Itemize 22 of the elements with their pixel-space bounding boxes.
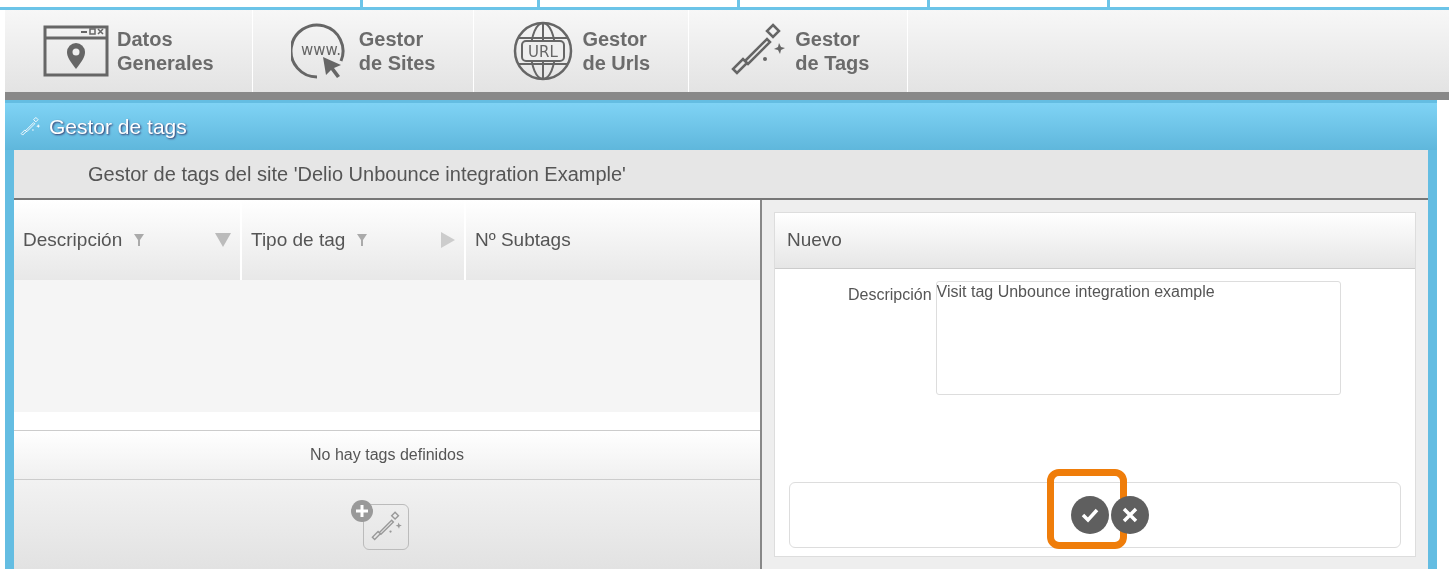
confirm-button[interactable] (1071, 496, 1109, 534)
column-label: Nº Subtags (475, 227, 571, 252)
description-field[interactable]: Visit tag Unbounce integration example (935, 281, 1341, 395)
empty-message: No hay tags definidos (310, 445, 464, 465)
browser-pin-icon (43, 25, 109, 77)
sort-right-icon[interactable] (441, 232, 455, 248)
plus-icon (351, 499, 373, 522)
form-title: Nuevo (787, 228, 842, 253)
cancel-button[interactable] (1111, 496, 1149, 534)
sort-down-icon[interactable] (215, 233, 231, 247)
add-tag-button[interactable] (351, 499, 409, 550)
column-label: Tipo de tag (251, 227, 346, 252)
filter-icon[interactable] (357, 233, 368, 247)
field-label: Descripción (848, 285, 932, 305)
filter-icon[interactable] (134, 233, 145, 247)
globe-url-icon: URL (512, 20, 575, 82)
close-icon (1120, 505, 1140, 525)
screwdriver-sparkle-icon (19, 115, 41, 138)
column-header[interactable]: Nº Subtags (466, 200, 760, 280)
panel-title: Gestor de tags (49, 113, 187, 140)
column-label: Descripción (23, 227, 123, 252)
panel-subtitle: Gestor de tags del site 'Delio Unbounce integration Example' (88, 162, 626, 187)
